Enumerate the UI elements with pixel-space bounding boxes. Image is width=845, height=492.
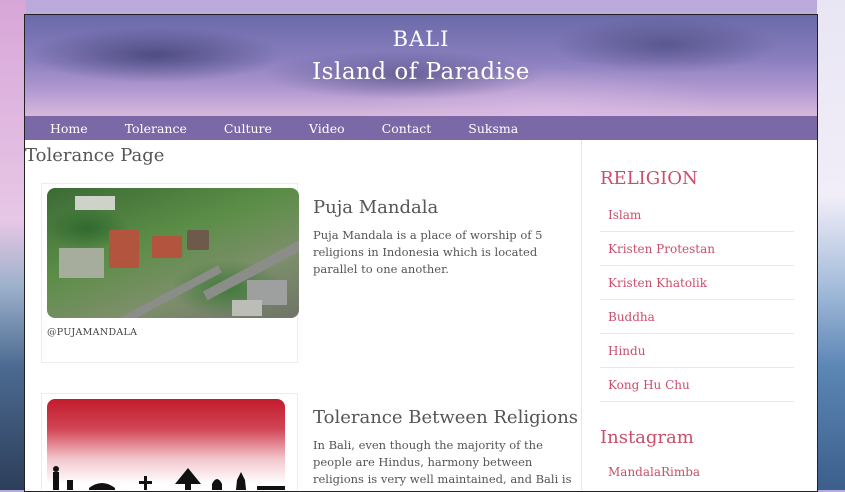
religion-link-hindu[interactable]: Hindu (608, 344, 645, 358)
photo-caption: @PUJAMANDALA (47, 327, 138, 338)
list-item: Kristen Khatolik (600, 266, 794, 300)
background-left (0, 0, 26, 490)
instagram-link[interactable]: MandalaRimba (608, 465, 700, 479)
post-title[interactable]: Puja Mandala (313, 197, 438, 218)
sidebar: RELIGION Islam Kristen Protestan Kristen… (581, 140, 817, 490)
instagram-heading: Instagram (600, 427, 694, 448)
puja-mandala-photo[interactable] (47, 188, 299, 318)
religious-buildings-silhouette (53, 466, 285, 490)
post-text: Puja Mandala is a place of worship of 5 … (313, 228, 543, 276)
religion-list: Islam Kristen Protestan Kristen Khatolik… (600, 198, 794, 402)
religion-link-kristen-protestan[interactable]: Kristen Protestan (608, 242, 715, 256)
list-item: Buddha (600, 300, 794, 334)
list-item: Kristen Protestan (600, 232, 794, 266)
content-layer: Tolerance Page @PUJAMANDALA Puja Mandala… (25, 15, 817, 490)
religion-heading: RELIGION (600, 168, 698, 189)
religion-link-buddha[interactable]: Buddha (608, 310, 655, 324)
post-title[interactable]: Tolerance Between Religions (313, 407, 578, 428)
religion-link-kristen-khatolik[interactable]: Kristen Khatolik (608, 276, 707, 290)
instagram-list: MandalaRimba (600, 455, 794, 488)
post-text: In Bali, even though the majority of the… (313, 438, 572, 486)
background-right (817, 0, 845, 490)
tolerance-image[interactable] (47, 399, 285, 490)
religion-link-islam[interactable]: Islam (608, 208, 641, 222)
list-item: Islam (600, 198, 794, 232)
page-title: Tolerance Page (25, 145, 165, 166)
religion-link-kong-hu-chu[interactable]: Kong Hu Chu (608, 378, 690, 392)
list-item: Hindu (600, 334, 794, 368)
list-item: MandalaRimba (600, 455, 794, 488)
list-item: Kong Hu Chu (600, 368, 794, 402)
